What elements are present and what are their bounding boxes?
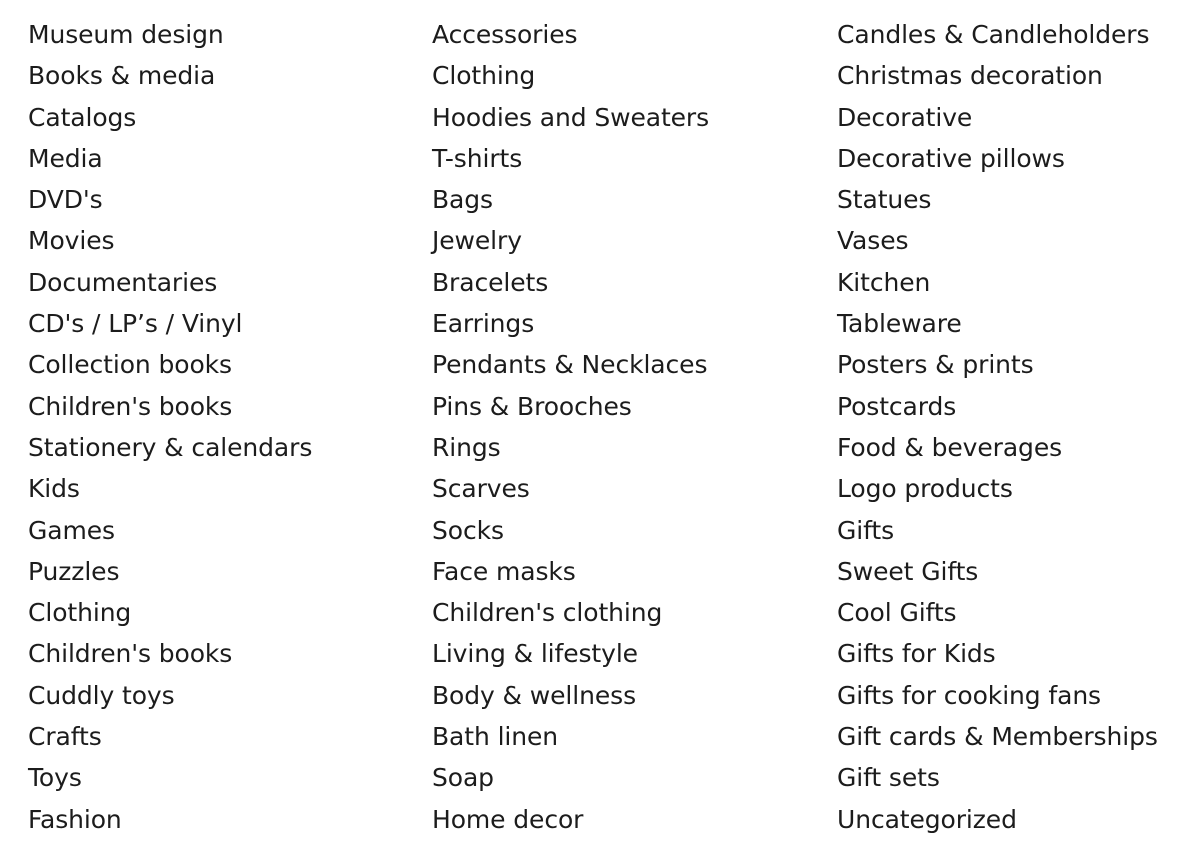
category-item[interactable]: Cool Gifts	[837, 592, 1182, 633]
category-item[interactable]: Collection books	[28, 344, 402, 385]
category-item[interactable]: Fashion	[28, 799, 402, 840]
category-item[interactable]: Bags	[432, 179, 807, 220]
category-item[interactable]: Gifts for cooking fans	[837, 675, 1182, 716]
category-item[interactable]: Media	[28, 138, 402, 179]
category-item[interactable]: Bracelets	[432, 262, 807, 303]
category-item[interactable]: CD's / LP’s / Vinyl	[28, 303, 402, 344]
category-item[interactable]: Pendants & Necklaces	[432, 344, 807, 385]
category-item[interactable]: Socks	[432, 510, 807, 551]
category-item[interactable]: Museum design	[28, 14, 402, 55]
category-item[interactable]: Posters & prints	[837, 344, 1182, 385]
category-item[interactable]: Decorative	[837, 97, 1182, 138]
category-item[interactable]: Logo products	[837, 468, 1182, 509]
category-item[interactable]: Body & wellness	[432, 675, 807, 716]
category-item[interactable]: Gift cards & Memberships	[837, 716, 1182, 757]
category-item[interactable]: Home decor	[432, 799, 807, 840]
category-item[interactable]: Cuddly toys	[28, 675, 402, 716]
category-item[interactable]: Postcards	[837, 386, 1182, 427]
category-item[interactable]: Hoodies and Sweaters	[432, 97, 807, 138]
category-item[interactable]: Gifts for Kids	[837, 633, 1182, 674]
category-item[interactable]: Children's books	[28, 633, 402, 674]
category-item[interactable]: Documentaries	[28, 262, 402, 303]
category-column-1: Museum design Books & media Catalogs Media D…	[0, 0, 402, 840]
category-item[interactable]: Clothing	[28, 592, 402, 633]
category-item[interactable]: Pins & Brooches	[432, 386, 807, 427]
category-board: Museum design Books & media Catalogs Media D…	[0, 0, 1182, 862]
category-item[interactable]: Decorative pillows	[837, 138, 1182, 179]
category-item[interactable]: Gifts	[837, 510, 1182, 551]
category-item[interactable]: Christmas decoration	[837, 55, 1182, 96]
category-item[interactable]: T-shirts	[432, 138, 807, 179]
category-item[interactable]: Books & media	[28, 55, 402, 96]
category-item[interactable]: Sweet Gifts	[837, 551, 1182, 592]
category-column-2: Accessories Clothing Hoodies and Sweaters T…	[402, 0, 807, 840]
category-item[interactable]: Children's clothing	[432, 592, 807, 633]
category-item[interactable]: Tableware	[837, 303, 1182, 344]
category-item[interactable]: Accessories	[432, 14, 807, 55]
category-item[interactable]: Living & lifestyle	[432, 633, 807, 674]
category-item[interactable]: Earrings	[432, 303, 807, 344]
category-item[interactable]: Bath linen	[432, 716, 807, 757]
category-item[interactable]: Scarves	[432, 468, 807, 509]
category-item[interactable]: Face masks	[432, 551, 807, 592]
category-item[interactable]: Vases	[837, 220, 1182, 261]
category-item[interactable]: DVD's	[28, 179, 402, 220]
category-item[interactable]: Toys	[28, 757, 402, 798]
category-item[interactable]: Kitchen	[837, 262, 1182, 303]
category-item[interactable]: Children's books	[28, 386, 402, 427]
category-item[interactable]: Crafts	[28, 716, 402, 757]
category-item[interactable]: Uncategorized	[837, 799, 1182, 840]
category-item[interactable]: Gift sets	[837, 757, 1182, 798]
category-item[interactable]: Clothing	[432, 55, 807, 96]
category-item[interactable]: Stationery & calendars	[28, 427, 402, 468]
category-item[interactable]: Puzzles	[28, 551, 402, 592]
category-item[interactable]: Candles & Candleholders	[837, 14, 1182, 55]
category-item[interactable]: Statues	[837, 179, 1182, 220]
category-column-3: Candles & Candleholders Christmas decorat…	[807, 0, 1182, 840]
category-item[interactable]: Catalogs	[28, 97, 402, 138]
category-item[interactable]: Kids	[28, 468, 402, 509]
category-item[interactable]: Games	[28, 510, 402, 551]
category-item[interactable]: Jewelry	[432, 220, 807, 261]
category-item[interactable]: Soap	[432, 757, 807, 798]
category-item[interactable]: Food & beverages	[837, 427, 1182, 468]
category-item[interactable]: Rings	[432, 427, 807, 468]
category-item[interactable]: Movies	[28, 220, 402, 261]
